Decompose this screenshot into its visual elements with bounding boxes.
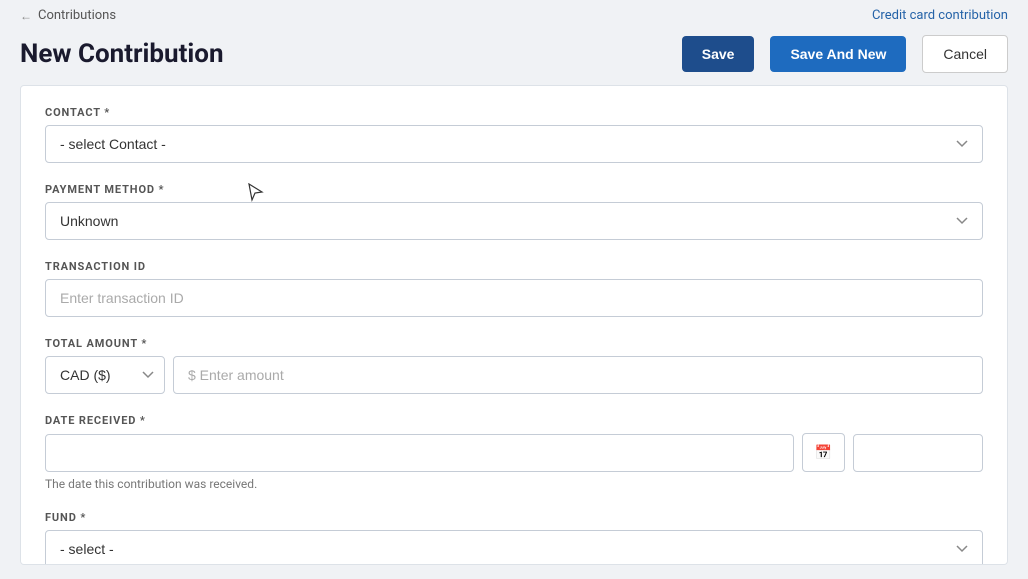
time-input[interactable]: 12:38PM [853, 434, 983, 472]
date-input[interactable]: 01/27/2020 [45, 434, 794, 472]
page-header: New Contribution Save Save And New Cance… [0, 31, 1028, 85]
back-arrow-icon: ← [20, 9, 32, 23]
page-title: New Contribution [20, 39, 666, 69]
calendar-button[interactable]: 📅 [802, 433, 845, 472]
date-received-label: DATE RECEIVED * [45, 414, 983, 427]
transaction-id-label: TRANSACTION ID [45, 260, 983, 273]
form-container: CONTACT * - select Contact - PAYMENT MET… [20, 85, 1008, 565]
breadcrumb: ← Contributions [20, 8, 116, 23]
contact-select[interactable]: - select Contact - [45, 125, 983, 163]
date-hint-text: The date this contribution was received. [45, 477, 983, 491]
fund-select[interactable]: - select - [45, 530, 983, 565]
payment-method-label: PAYMENT METHOD * [45, 183, 983, 196]
save-button[interactable]: Save [682, 36, 755, 72]
payment-method-select[interactable]: Unknown Check Cash Credit Card EFT Debit… [45, 202, 983, 240]
contact-field-group: CONTACT * - select Contact - [45, 106, 983, 163]
contact-label: CONTACT * [45, 106, 983, 119]
payment-method-field-group: PAYMENT METHOD * Unknown Check Cash Cred… [45, 183, 983, 240]
calendar-icon: 📅 [815, 444, 832, 460]
date-received-field-group: DATE RECEIVED * 01/27/2020 📅 12:38PM The… [45, 414, 983, 491]
transaction-id-input[interactable] [45, 279, 983, 317]
total-amount-label: TOTAL AMOUNT * [45, 337, 983, 350]
top-nav: ← Contributions Credit card contribution [0, 0, 1028, 31]
fund-label: FUND * [45, 511, 983, 524]
credit-card-link[interactable]: Credit card contribution [872, 8, 1008, 23]
date-row: 01/27/2020 📅 12:38PM [45, 433, 983, 472]
total-amount-row: CAD ($) USD ($) EUR (€) GBP (£) [45, 356, 983, 394]
save-and-new-button[interactable]: Save And New [770, 36, 906, 72]
amount-input[interactable] [173, 356, 983, 394]
fund-field-group: FUND * - select - [45, 511, 983, 565]
breadcrumb-link[interactable]: Contributions [38, 8, 116, 23]
total-amount-field-group: TOTAL AMOUNT * CAD ($) USD ($) EUR (€) G… [45, 337, 983, 394]
currency-select[interactable]: CAD ($) USD ($) EUR (€) GBP (£) [45, 356, 165, 394]
cancel-button[interactable]: Cancel [922, 35, 1008, 73]
transaction-id-field-group: TRANSACTION ID [45, 260, 983, 317]
